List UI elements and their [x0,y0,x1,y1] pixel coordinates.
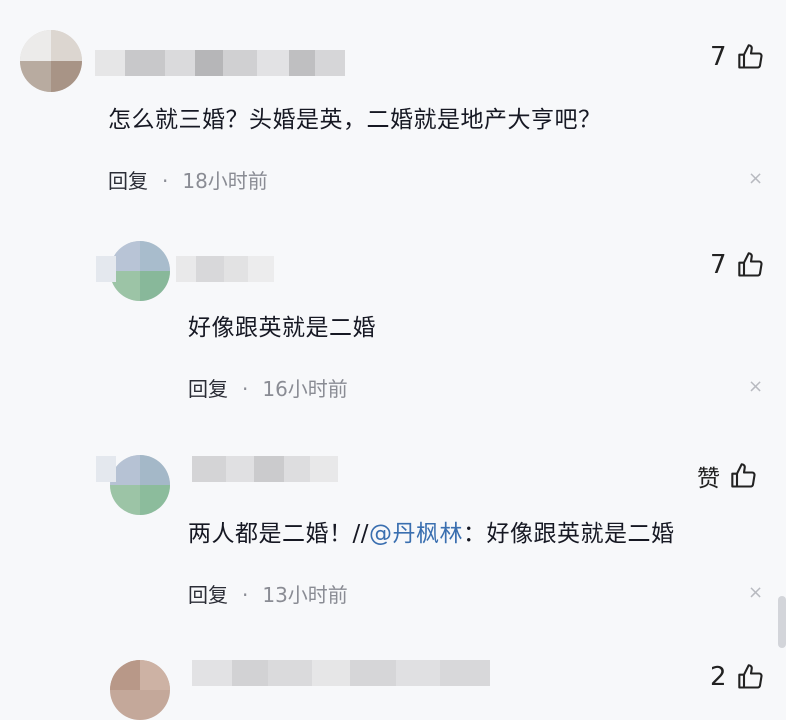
username-blurred[interactable] [96,256,274,282]
reply-button[interactable]: 回复 [108,169,148,193]
timestamp: 16小时前 [262,377,348,401]
timestamp: 13小时前 [262,583,348,607]
comment-meta: 回复 · 16小时前 [188,377,348,401]
comment-text: 怎么就三婚？头婚是英，二婚就是地产大亨吧？ [108,107,602,133]
like-button[interactable]: 7 [710,250,765,280]
like-count: 7 [710,250,727,280]
comment-meta: 回复 · 13小时前 [188,583,348,607]
scrollbar[interactable] [778,596,786,648]
avatar[interactable] [110,660,170,720]
thumbs-up-icon [737,664,763,689]
username-blurred[interactable] [96,456,338,482]
reply-button[interactable]: 回复 [188,583,228,607]
mention-link[interactable]: @丹枫林 [369,521,463,547]
like-label: 赞 [697,466,720,492]
thumbs-up-icon [737,44,763,69]
like-button[interactable]: 2 [710,662,765,692]
close-icon[interactable]: × [748,582,763,603]
timestamp: 18小时前 [182,169,268,193]
comment-meta: 回复 · 18小时前 [108,169,268,193]
username-blurred[interactable] [95,50,345,76]
like-count: 2 [710,662,727,692]
close-icon[interactable]: × [748,376,763,397]
avatar[interactable] [20,30,82,92]
thumbs-up-icon [737,252,763,277]
like-count: 7 [710,42,727,72]
username-blurred[interactable] [192,660,490,686]
comment-text: 好像跟英就是二婚 [188,315,376,341]
close-icon[interactable]: × [748,168,763,189]
like-button[interactable]: 赞 [697,459,758,493]
thumbs-up-icon [731,463,756,488]
reply-button[interactable]: 回复 [188,377,228,401]
like-button[interactable]: 7 [710,42,765,72]
comment-text: 两人都是二婚！//@丹枫林：好像跟英就是二婚 [188,521,675,547]
